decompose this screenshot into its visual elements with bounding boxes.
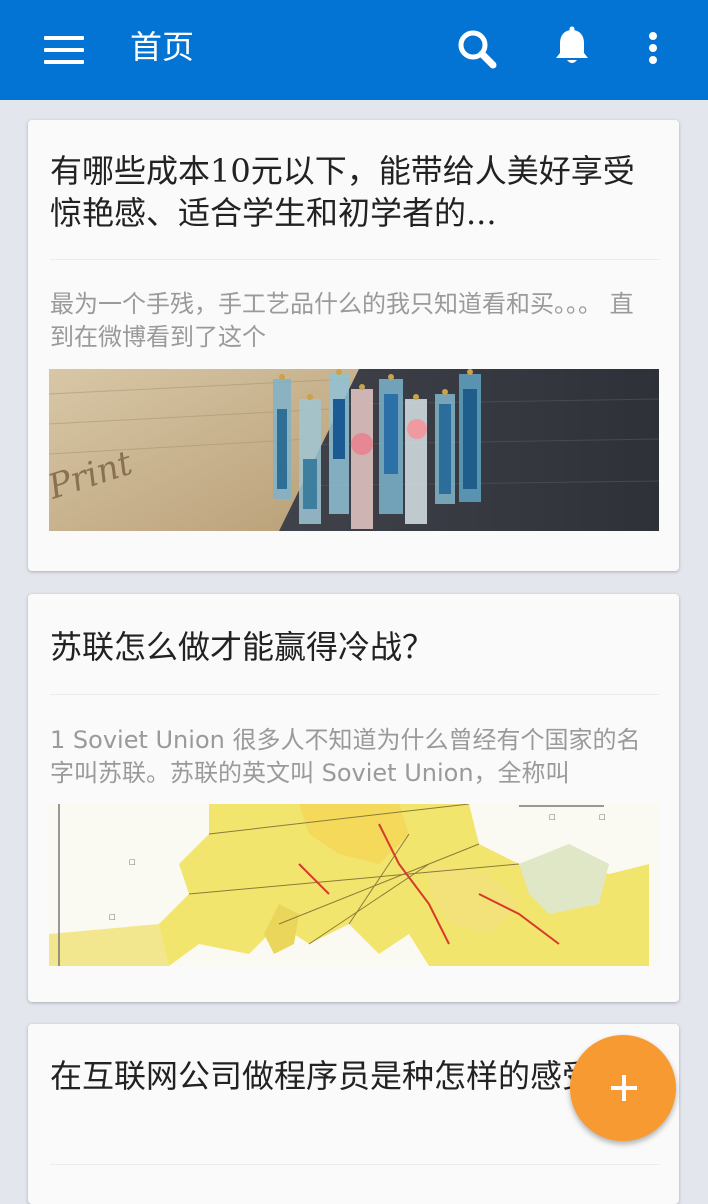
app-bar: 首页 [0, 0, 708, 100]
page-title: 首页 [130, 28, 195, 66]
svg-text:□: □ [109, 913, 116, 921]
card-title[interactable]: 苏联怎么做才能赢得冷战？ [50, 626, 657, 668]
feed-card[interactable]: 苏联怎么做才能赢得冷战？ 1 Soviet Union 很多人不知道为什么曾经有… [28, 594, 679, 1002]
card-excerpt: 最为一个手残，手工艺品什么的我只知道看和买。。。 直到在微博看到了这个 [50, 290, 634, 351]
svg-text:□: □ [549, 813, 556, 821]
card-excerpt: 1 Soviet Union 很多人不知道为什么曾经有个国家的名字叫苏联。苏联的… [50, 726, 641, 787]
card-image-europe-map[interactable]: □ □ □ □ [49, 804, 659, 966]
card-divider [50, 1164, 659, 1165]
more-vert-icon[interactable] [623, 20, 683, 80]
feed-card[interactable]: 有哪些成本10元以下，能带给人美好享受惊艳感、适合学生和初学者的... 最为一个… [28, 120, 679, 571]
search-icon[interactable] [446, 20, 506, 80]
bell-icon[interactable] [542, 20, 602, 80]
card-title[interactable]: 在互联网公司做程序员是种怎样的感受？ [50, 1055, 657, 1097]
svg-text:□: □ [129, 858, 136, 866]
card-excerpt [50, 1194, 649, 1204]
card-divider [50, 259, 659, 260]
svg-text:□: □ [599, 813, 606, 821]
menu-icon[interactable] [44, 36, 84, 64]
card-image-resin-pendants[interactable]: Print [49, 369, 659, 531]
card-title[interactable]: 有哪些成本10元以下，能带给人美好享受惊艳感、适合学生和初学者的... [50, 150, 657, 234]
card-divider [50, 694, 659, 695]
add-fab-button[interactable] [570, 1035, 676, 1141]
